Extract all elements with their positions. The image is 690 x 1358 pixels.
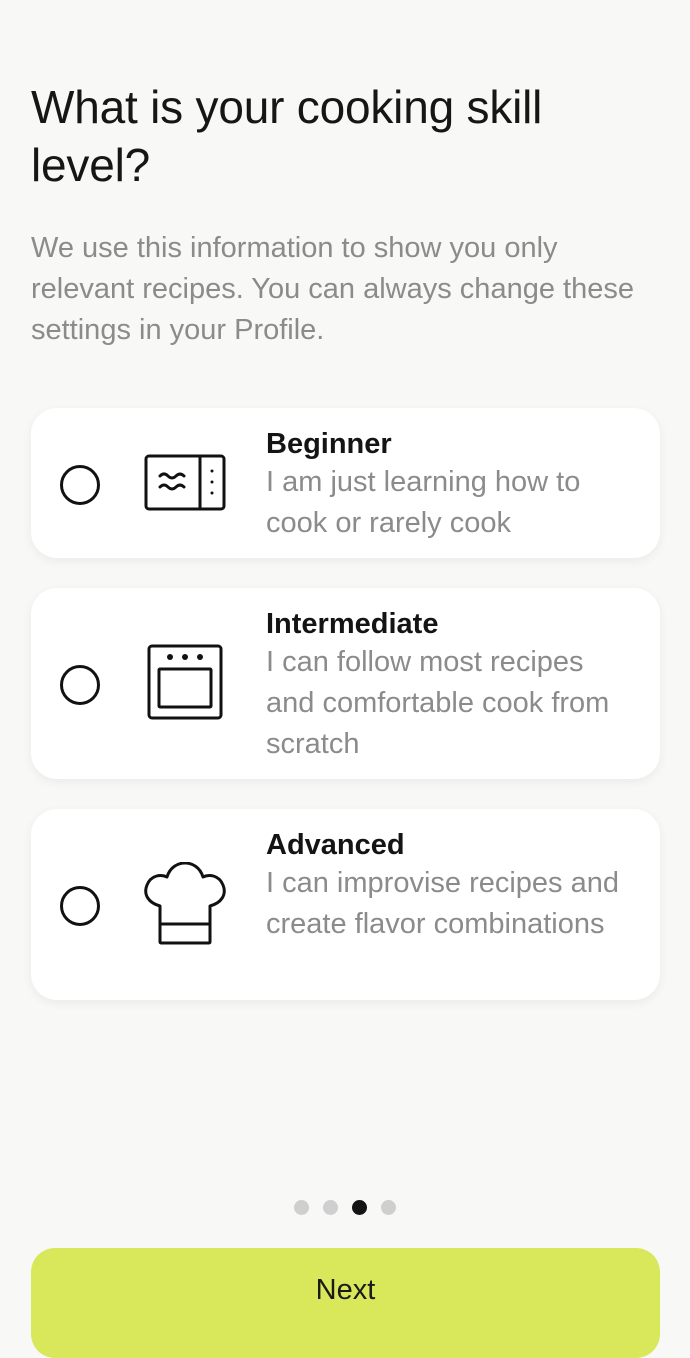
- oven-icon: [143, 640, 227, 724]
- option-label-beginner: Beginner: [266, 428, 392, 460]
- radio-button-advanced[interactable]: [60, 886, 100, 926]
- skill-option-advanced[interactable]: Advanced I can improvise recipes and cre…: [31, 809, 660, 1000]
- option-description-beginner: I am just learning how to cook or rarely…: [266, 466, 581, 539]
- next-button[interactable]: Next: [31, 1248, 660, 1358]
- radio-button-intermediate[interactable]: [60, 665, 100, 705]
- microwave-icon: [143, 441, 227, 525]
- page-indicator-dot: [381, 1200, 396, 1215]
- option-description-advanced: I can improvise recipes and create flavo…: [266, 867, 619, 940]
- page-indicator-dot: [323, 1200, 338, 1215]
- page-indicator-dot: [294, 1200, 309, 1215]
- option-label-advanced: Advanced: [266, 829, 405, 861]
- radio-button-beginner[interactable]: [60, 465, 100, 505]
- skill-option-intermediate[interactable]: Intermediate I can follow most recipes a…: [31, 588, 660, 779]
- skill-option-beginner[interactable]: Beginner I am just learning how to cook …: [31, 408, 660, 558]
- page-title: What is your cooking skill level?: [31, 81, 543, 191]
- option-label-intermediate: Intermediate: [266, 608, 439, 640]
- option-description-intermediate: I can follow most recipes and comfortabl…: [266, 646, 610, 760]
- page-subtitle: We use this information to show you only…: [31, 232, 634, 346]
- chef-hat-icon: [143, 862, 227, 946]
- page-indicator: [0, 1200, 690, 1216]
- page-indicator-dot-active: [352, 1200, 367, 1215]
